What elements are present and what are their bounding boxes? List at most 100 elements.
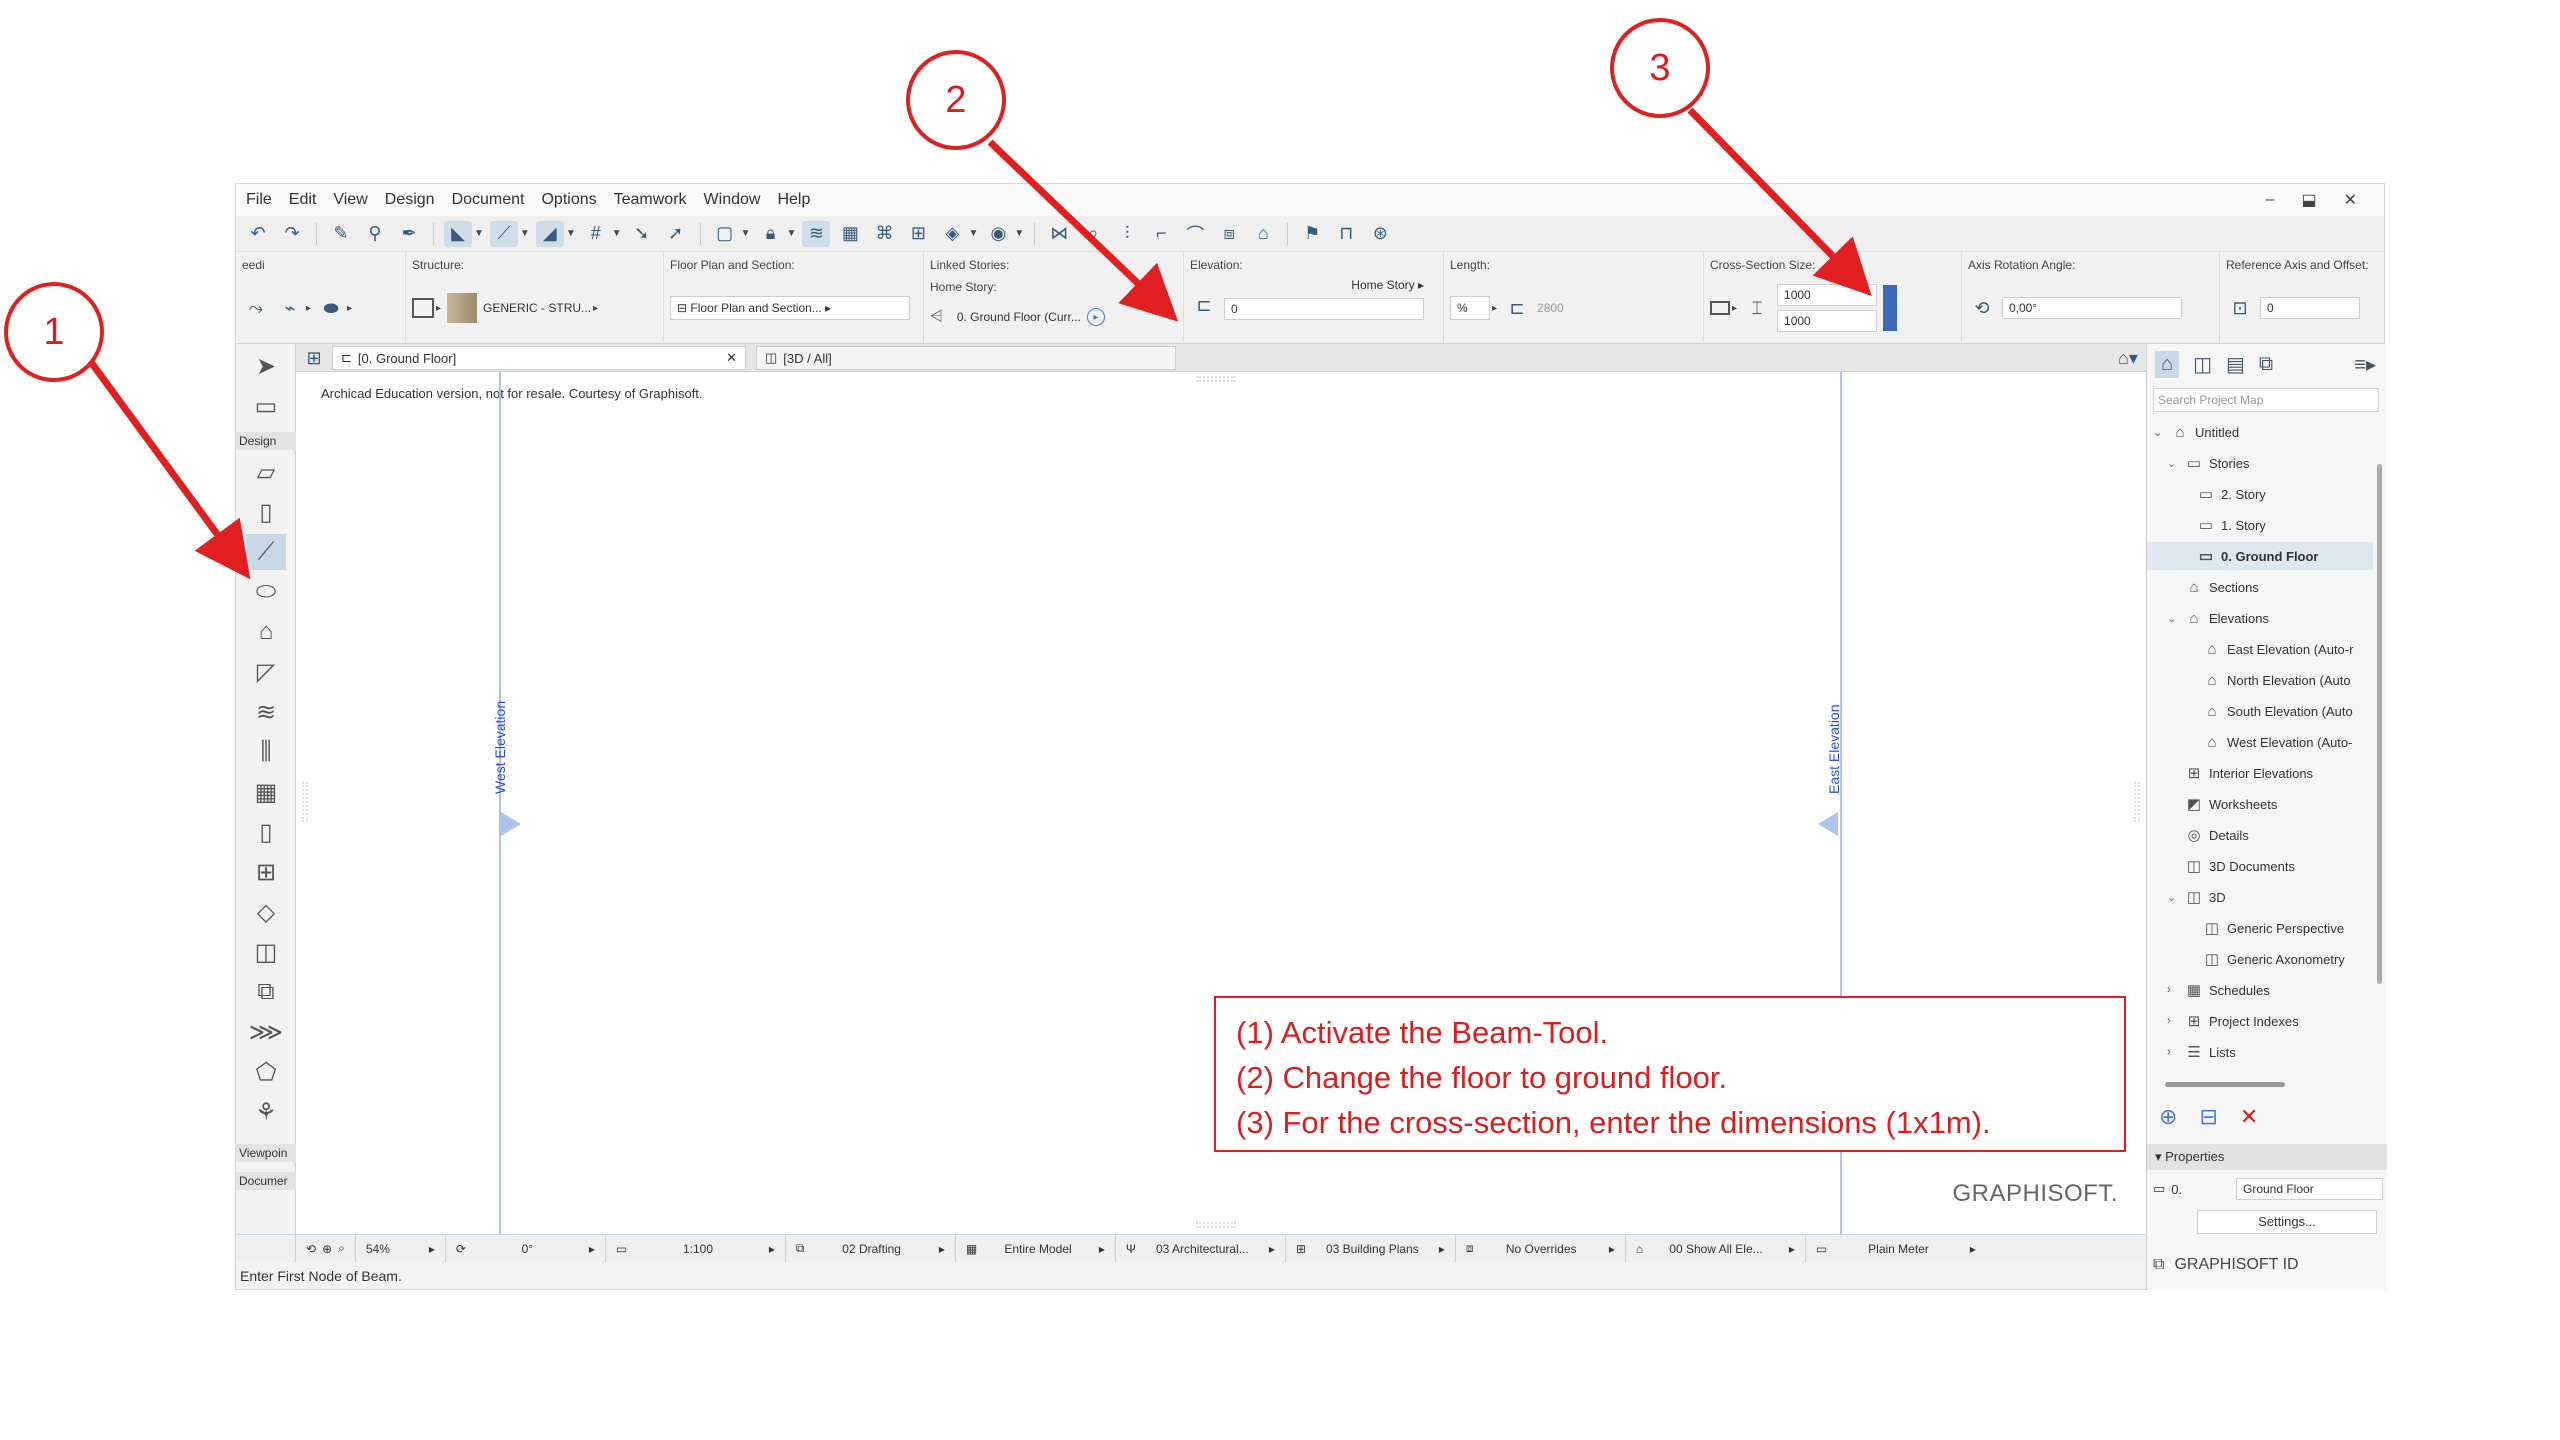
material-swatch[interactable] bbox=[447, 293, 478, 323]
roof-icon[interactable]: ⌂ bbox=[1249, 221, 1277, 247]
view-map-icon[interactable]: ◫ bbox=[2193, 352, 2212, 377]
tree-item-sections[interactable]: ⌂ Sections bbox=[2185, 573, 2258, 601]
orbit-icon[interactable]: ⟲ bbox=[306, 1242, 316, 1256]
connect-icon[interactable]: ⋈ bbox=[1045, 221, 1073, 247]
tree-item-ground-floor[interactable]: ▭ 0. Ground Floor bbox=[2147, 542, 2373, 570]
floorplan-dropdown[interactable]: ⊟ Floor Plan and Section... ▸ bbox=[670, 296, 910, 320]
home-story-dropdown-button[interactable]: ▸ bbox=[1086, 308, 1105, 326]
chevron-right-icon[interactable]: ▸ bbox=[347, 303, 352, 314]
menu-file[interactable]: File bbox=[246, 191, 272, 209]
project-map-icon[interactable]: ⌂ bbox=[2155, 350, 2180, 378]
reference-axis-icon[interactable]: ⊡ bbox=[2226, 295, 2254, 321]
close-button[interactable]: ✕ bbox=[2344, 190, 2357, 210]
structure-value[interactable]: GENERIC - STRU... bbox=[483, 301, 591, 315]
beam-shape-icon[interactable]: ⬬ bbox=[317, 295, 345, 321]
chevron-right-icon[interactable]: ▸ bbox=[1492, 303, 1497, 314]
tree-item-south-elevation[interactable]: ⌂ South Elevation (Auto bbox=[2203, 697, 2352, 725]
stair-tool[interactable]: ≋ bbox=[246, 694, 286, 730]
settings-icon[interactable]: ⊟ bbox=[2199, 1104, 2217, 1130]
tree-item-east-elevation[interactable]: ⌂ East Elevation (Auto-r bbox=[2203, 635, 2353, 663]
close-tab-icon[interactable]: ✕ bbox=[726, 350, 737, 366]
chevron-down-icon[interactable]: ▼ bbox=[968, 228, 978, 239]
property-name-field[interactable]: Ground Floor bbox=[2235, 1178, 2383, 1200]
offset-icon[interactable]: ⧈ bbox=[1215, 221, 1243, 247]
reference-icon[interactable]: ⊞ bbox=[904, 221, 932, 247]
chevron-right-icon[interactable]: › bbox=[2167, 984, 2179, 996]
tree-item-interior-elevations[interactable]: ⊞ Interior Elevations bbox=[2185, 759, 2313, 787]
chevron-right-icon[interactable]: › bbox=[2167, 1015, 2179, 1027]
zone-tool[interactable]: ⧉ bbox=[246, 974, 286, 1010]
chevron-right-icon[interactable]: ▸ bbox=[1732, 303, 1737, 314]
menu-edit[interactable]: Edit bbox=[289, 191, 317, 209]
guide-lines-icon[interactable]: ◣ bbox=[444, 220, 472, 247]
chevron-right-icon[interactable]: › bbox=[2167, 1046, 2179, 1058]
tree-item-3d-documents[interactable]: ◫ 3D Documents bbox=[2185, 852, 2295, 880]
menu-window[interactable]: Window bbox=[704, 191, 761, 209]
menu-teamwork[interactable]: Teamwork bbox=[614, 191, 687, 209]
cross-section-height-input[interactable]: 1000 bbox=[1777, 310, 1878, 332]
menu-help[interactable]: Help bbox=[777, 191, 810, 209]
project-map-search[interactable]: Search Project Map bbox=[2153, 388, 2379, 412]
solid-operation-icon[interactable]: ⊓ bbox=[1332, 221, 1360, 247]
tree-item-3d[interactable]: ⌄ ◫ 3D bbox=[2167, 883, 2226, 911]
tree-item-generic-axonometry[interactable]: ◫ Generic Axonometry bbox=[2203, 945, 2345, 973]
column-tool[interactable]: ▯ bbox=[246, 494, 286, 530]
door-tool[interactable]: ▯ bbox=[246, 814, 286, 850]
tree-item-project-indexes[interactable]: › ⊞ Project Indexes bbox=[2167, 1007, 2299, 1035]
undo-icon[interactable]: ↶ bbox=[244, 221, 272, 247]
curtain-wall-tool[interactable]: ▦ bbox=[246, 774, 286, 810]
restore-button[interactable]: ⬓ bbox=[2301, 190, 2316, 210]
menu-design[interactable]: Design bbox=[385, 191, 435, 209]
chevron-down-icon[interactable]: ▼ bbox=[612, 228, 622, 239]
top-resize-handle[interactable] bbox=[1196, 376, 1236, 382]
tree-item-stories[interactable]: ⌄ ▭ Stories bbox=[2167, 449, 2249, 477]
graphisoft-id-label[interactable]: GRAPHISOFT ID bbox=[2174, 1256, 2298, 1274]
table-icon[interactable]: ▦ bbox=[836, 221, 864, 247]
layout-book-icon[interactable]: ▤ bbox=[2226, 352, 2245, 377]
renovation-filter-dropdown[interactable]: ⌂ 00 Show All Ele... ▸ bbox=[1626, 1235, 1806, 1262]
length-value[interactable]: 2800 bbox=[1537, 301, 1564, 315]
tab-ground-floor[interactable]: ⊏ [0. Ground Floor] ✕ bbox=[332, 346, 746, 370]
beam-type-icon[interactable]: ⌁ bbox=[276, 295, 304, 321]
delete-icon[interactable]: ✕ bbox=[2240, 1104, 2258, 1130]
mesh-tool[interactable]: ⋙ bbox=[246, 1014, 286, 1050]
settings-button[interactable]: Settings... bbox=[2197, 1210, 2377, 1234]
inject-icon[interactable]: ✒ bbox=[395, 221, 423, 247]
dimension-dropdown[interactable]: ▭ Plain Meter ▸ bbox=[1806, 1235, 1986, 1262]
marquee-icon[interactable]: ◈ bbox=[938, 221, 966, 247]
profile-icon[interactable] bbox=[1710, 301, 1730, 315]
roof-tool[interactable]: ⌂ bbox=[246, 614, 286, 650]
tree-item-story-1[interactable]: ▭ 1. Story bbox=[2197, 511, 2266, 539]
flag-icon[interactable]: ⚑ bbox=[1298, 221, 1326, 247]
eyedropper-icon[interactable]: ⚲ bbox=[361, 221, 389, 247]
split-icon[interactable]: ⫶ bbox=[1113, 221, 1141, 247]
west-elevation-marker[interactable] bbox=[501, 812, 521, 836]
object-tool[interactable]: ◫ bbox=[246, 934, 286, 970]
minimize-button[interactable]: – bbox=[2266, 191, 2275, 209]
zoom-in-icon[interactable]: ⊕ bbox=[322, 1242, 332, 1256]
skylight-tool[interactable]: ◇ bbox=[246, 894, 286, 930]
elevation-input[interactable]: 0 bbox=[1224, 298, 1424, 320]
tree-item-lists[interactable]: › ☰ Lists bbox=[2167, 1038, 2236, 1066]
pick-up-icon[interactable]: ✎ bbox=[327, 221, 355, 247]
pen-set-dropdown[interactable]: Ψ 03 Architectural... ▸ bbox=[1116, 1235, 1286, 1262]
tab-3d[interactable]: ◫ [3D / All] bbox=[756, 346, 1176, 370]
snap-guides-icon[interactable]: ⟋ bbox=[489, 220, 518, 247]
chevron-down-icon[interactable]: ⌄ bbox=[2153, 426, 2165, 439]
arrow-tool[interactable]: ➤ bbox=[246, 348, 286, 384]
publisher-icon[interactable]: ⧉ bbox=[2259, 353, 2273, 376]
tree-item-north-elevation[interactable]: ⌂ North Elevation (Auto bbox=[2203, 666, 2350, 694]
tree-item-project[interactable]: ⌄ ⌂ Untitled bbox=[2153, 418, 2239, 446]
chevron-down-icon[interactable]: ⌄ bbox=[2167, 612, 2179, 625]
tab-overview-icon[interactable]: ⊞ bbox=[300, 345, 328, 371]
morph-tool[interactable]: ⬠ bbox=[246, 1054, 286, 1090]
basic-structure-icon[interactable] bbox=[412, 298, 434, 318]
chevron-down-icon[interactable]: ▼ bbox=[474, 228, 484, 239]
tree-item-details[interactable]: ◎ Details bbox=[2185, 821, 2248, 849]
menu-options[interactable]: Options bbox=[541, 191, 596, 209]
tree-item-schedules[interactable]: › ▦ Schedules bbox=[2167, 976, 2270, 1004]
shell-tool[interactable]: ◸ bbox=[246, 654, 286, 690]
selection-shape-icon[interactable]: ▢ bbox=[711, 221, 739, 247]
layer-combination-dropdown[interactable]: ⧉ 02 Drafting ▸ bbox=[786, 1235, 956, 1262]
chevron-down-icon[interactable]: ⌄ bbox=[2167, 891, 2179, 904]
